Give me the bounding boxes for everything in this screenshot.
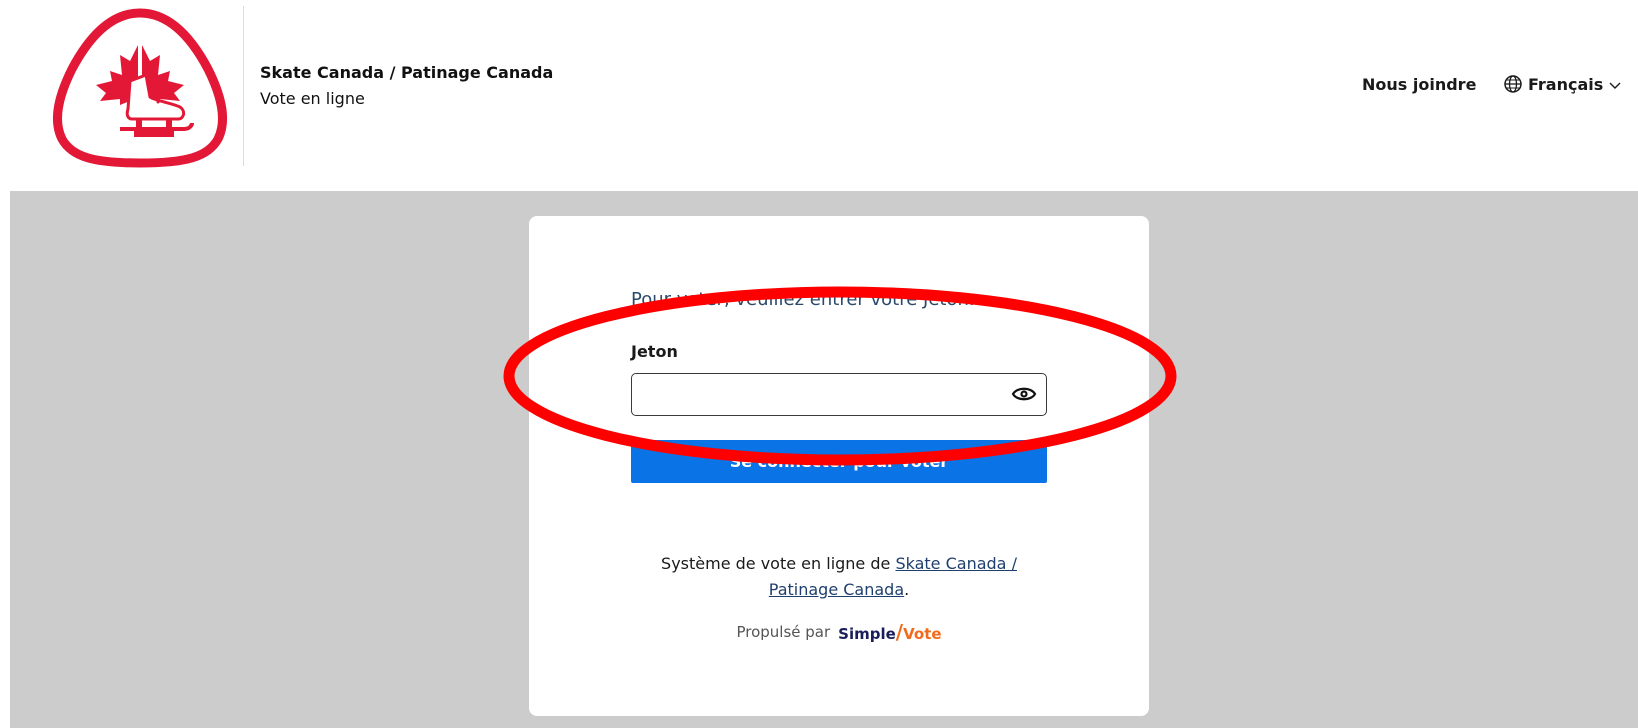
header-divider: [243, 6, 244, 166]
language-label: Français: [1528, 74, 1604, 94]
globe-icon: [1503, 74, 1523, 94]
login-button[interactable]: Se connecter pour voter: [631, 440, 1047, 483]
skate-canada-logo-icon[interactable]: [50, 5, 230, 169]
login-prompt: Pour voter, veuillez entrer votre Jeton.: [631, 289, 975, 310]
simplevote-logo-slash: /: [895, 620, 904, 644]
eye-icon[interactable]: [1011, 382, 1037, 406]
site-header: Skate Canada / Patinage Canada Vote en l…: [0, 0, 1638, 191]
simplevote-logo-simple: Simple: [838, 625, 896, 643]
simplevote-logo[interactable]: Simple/Vote: [838, 620, 941, 644]
organization-subtitle: Vote en ligne: [260, 89, 365, 108]
footer-text-suffix: .: [904, 580, 910, 599]
powered-by-label: Propulsé par: [736, 623, 831, 641]
footer-text-prefix: Système de vote en ligne de: [661, 554, 896, 573]
language-selector[interactable]: Français: [1503, 74, 1622, 94]
footer-text: Système de vote en ligne de Skate Canada…: [631, 551, 1047, 603]
token-label: Jeton: [631, 342, 678, 361]
contact-link[interactable]: Nous joindre: [1362, 75, 1476, 94]
powered-by: Propulsé par Simple/Vote: [631, 620, 1047, 644]
organization-name: Skate Canada / Patinage Canada: [260, 63, 554, 82]
simplevote-logo-vote: Vote: [903, 625, 942, 643]
chevron-down-icon: [1608, 77, 1622, 91]
token-input[interactable]: [631, 373, 1047, 416]
